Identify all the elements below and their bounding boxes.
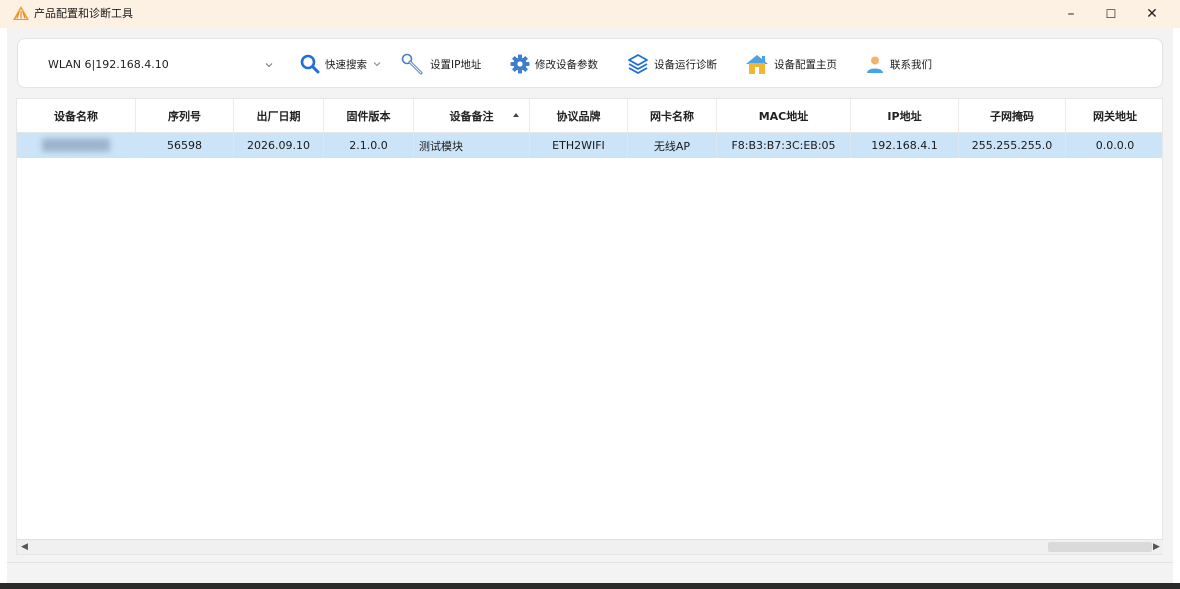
config-home-button[interactable]: 设备配置主页 <box>745 52 837 76</box>
layers-icon <box>628 54 648 74</box>
status-bar <box>7 562 1173 583</box>
window-bottom-edge <box>0 583 1180 589</box>
cell-serial: 56598 <box>136 133 234 158</box>
column-header-nic[interactable]: 网卡名称 <box>628 99 717 132</box>
home-icon <box>746 55 768 74</box>
cell-firmware: 2.1.0.0 <box>324 133 414 158</box>
cell-device-name: ████████ <box>17 133 136 158</box>
adapter-select[interactable]: WLAN 6|192.168.4.10 <box>48 56 300 74</box>
column-header-device-name[interactable]: 设备名称 <box>17 99 136 132</box>
person-icon <box>867 56 883 73</box>
config-home-label: 设备配置主页 <box>774 58 837 71</box>
device-table[interactable]: 设备名称 序列号 出厂日期 固件版本 设备备注 协议品牌 网卡名称 MAC地址 … <box>16 98 1163 555</box>
column-header-remark-label: 设备备注 <box>449 109 494 123</box>
contact-us-button[interactable]: 联系我们 <box>865 52 932 76</box>
app-logo-icon <box>13 6 29 20</box>
set-ip-button[interactable]: 设置IP地址 <box>401 52 481 76</box>
title-bar: 产品配置和诊断工具 – ☐ ✕ <box>0 0 1180 28</box>
column-header-remark[interactable]: 设备备注 <box>414 99 530 132</box>
column-header-firmware[interactable]: 固件版本 <box>324 99 414 132</box>
set-ip-label: 设置IP地址 <box>430 58 482 71</box>
modify-params-label: 修改设备参数 <box>535 58 598 71</box>
close-button[interactable]: ✕ <box>1130 0 1174 28</box>
toolbar: WLAN 6|192.168.4.10 快速搜索 设置IP地址 修改设备参数 设… <box>17 38 1163 88</box>
chevron-down-icon <box>265 63 273 68</box>
cell-ip: 192.168.4.1 <box>851 133 959 158</box>
run-diagnostics-label: 设备运行诊断 <box>654 58 717 71</box>
maximize-button[interactable]: ☐ <box>1089 0 1133 28</box>
cell-remark: 测试模块 <box>414 133 530 158</box>
cell-mask: 255.255.255.0 <box>959 133 1066 158</box>
scroll-left-arrow-icon[interactable]: ◀ <box>21 542 28 552</box>
search-icon <box>300 54 320 74</box>
sort-ascending-icon <box>513 113 519 117</box>
column-header-protocol[interactable]: 协议品牌 <box>530 99 628 132</box>
horizontal-scrollbar[interactable]: ◀ ▶ <box>17 539 1163 554</box>
table-header-row: 设备名称 序列号 出厂日期 固件版本 设备备注 协议品牌 网卡名称 MAC地址 … <box>17 99 1162 133</box>
run-diagnostics-button[interactable]: 设备运行诊断 <box>627 52 717 76</box>
column-header-gateway[interactable]: 网关地址 <box>1066 99 1162 132</box>
cell-mac: F8:B3:B7:3C:EB:05 <box>717 133 851 158</box>
chevron-down-icon <box>373 62 381 67</box>
cell-date: 2026.09.10 <box>234 133 324 158</box>
column-header-date[interactable]: 出厂日期 <box>234 99 324 132</box>
quick-search-button[interactable]: 快速搜索 <box>300 52 386 76</box>
contact-us-label: 联系我们 <box>890 58 932 71</box>
minimize-button[interactable]: – <box>1049 0 1093 28</box>
column-header-mac[interactable]: MAC地址 <box>717 99 851 132</box>
column-header-mask[interactable]: 子网掩码 <box>959 99 1066 132</box>
quick-search-label: 快速搜索 <box>325 58 367 71</box>
gear-icon <box>510 54 530 74</box>
scroll-right-arrow-icon[interactable]: ▶ <box>1153 542 1160 552</box>
cell-nic: 无线AP <box>628 133 717 158</box>
adapter-select-value: WLAN 6|192.168.4.10 <box>48 58 169 71</box>
scrollbar-thumb[interactable] <box>1048 542 1152 552</box>
cell-protocol: ETH2WIFI <box>530 133 628 158</box>
window-title: 产品配置和诊断工具 <box>34 7 133 20</box>
cell-gateway: 0.0.0.0 <box>1095 139 1135 152</box>
wrench-icon <box>401 53 423 75</box>
modify-params-button[interactable]: 修改设备参数 <box>510 52 598 76</box>
table-row[interactable]: ████████ 56598 2026.09.10 2.1.0.0 测试模块 E… <box>17 133 1162 158</box>
column-header-ip[interactable]: IP地址 <box>851 99 959 132</box>
column-header-serial[interactable]: 序列号 <box>136 99 234 132</box>
